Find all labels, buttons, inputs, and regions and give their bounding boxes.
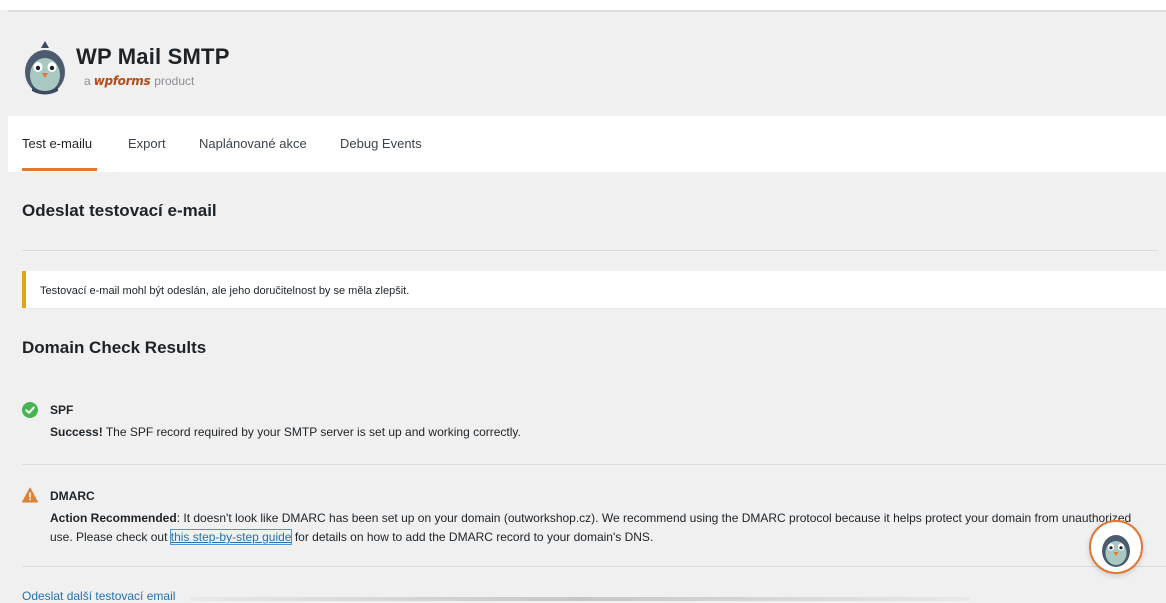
- plugin-header: WP Mail SMTP a wpforms product: [8, 12, 1166, 116]
- brand-title: WP Mail SMTP: [76, 44, 230, 69]
- divider: [22, 566, 1166, 567]
- warning-triangle-icon: [22, 487, 38, 503]
- spf-title: SPF: [50, 403, 74, 417]
- notice-text: Testovací e-mail mohl být odeslán, ale j…: [40, 285, 410, 297]
- page-title: Odeslat testovací e-mail: [22, 201, 217, 220]
- tab-bar: Test e-mailu Export Naplánované akce Deb…: [8, 116, 1166, 172]
- brand-subtitle: a wpforms product: [84, 74, 194, 88]
- brand-sub-suffix: product: [154, 74, 195, 88]
- dmarc-message-end: for details on how to add the DMARC reco…: [291, 530, 654, 544]
- pigeon-logo-icon: [25, 41, 65, 95]
- dmarc-title: DMARC: [50, 489, 95, 503]
- wpforms-wordmark: wpforms: [93, 74, 151, 88]
- tab-scheduled-actions[interactable]: Naplánované akce: [199, 136, 307, 151]
- dmarc-description: Action Recommended: It doesn't look like…: [50, 509, 1150, 547]
- check-circle-icon: [22, 402, 38, 418]
- help-widget-button[interactable]: [1089, 520, 1143, 574]
- spf-message: The SPF record required by your SMTP ser…: [102, 425, 521, 439]
- divider: [22, 464, 1166, 465]
- spf-status-label: Success!: [50, 425, 103, 439]
- spf-description: Success! The SPF record required by your…: [50, 423, 1150, 442]
- dmarc-status-label: Action Recommended: [50, 511, 177, 525]
- active-tab-indicator: [22, 168, 97, 171]
- pigeon-helper-icon: [1102, 535, 1130, 567]
- domain-check-title: Domain Check Results: [22, 338, 207, 357]
- bottom-fade: [190, 597, 970, 601]
- top-strip: [0, 0, 1166, 10]
- divider: [22, 250, 1158, 251]
- notice-border: [22, 271, 26, 308]
- tab-export[interactable]: Export: [128, 136, 166, 151]
- deliverability-notice: Testovací e-mail mohl být odeslán, ale j…: [22, 271, 1166, 308]
- dmarc-guide-link[interactable]: this step-by-step guide: [169, 529, 293, 545]
- tab-debug-events[interactable]: Debug Events: [340, 136, 422, 151]
- tab-test-email[interactable]: Test e-mailu: [22, 136, 92, 151]
- brand-sub-prefix: a: [84, 74, 91, 88]
